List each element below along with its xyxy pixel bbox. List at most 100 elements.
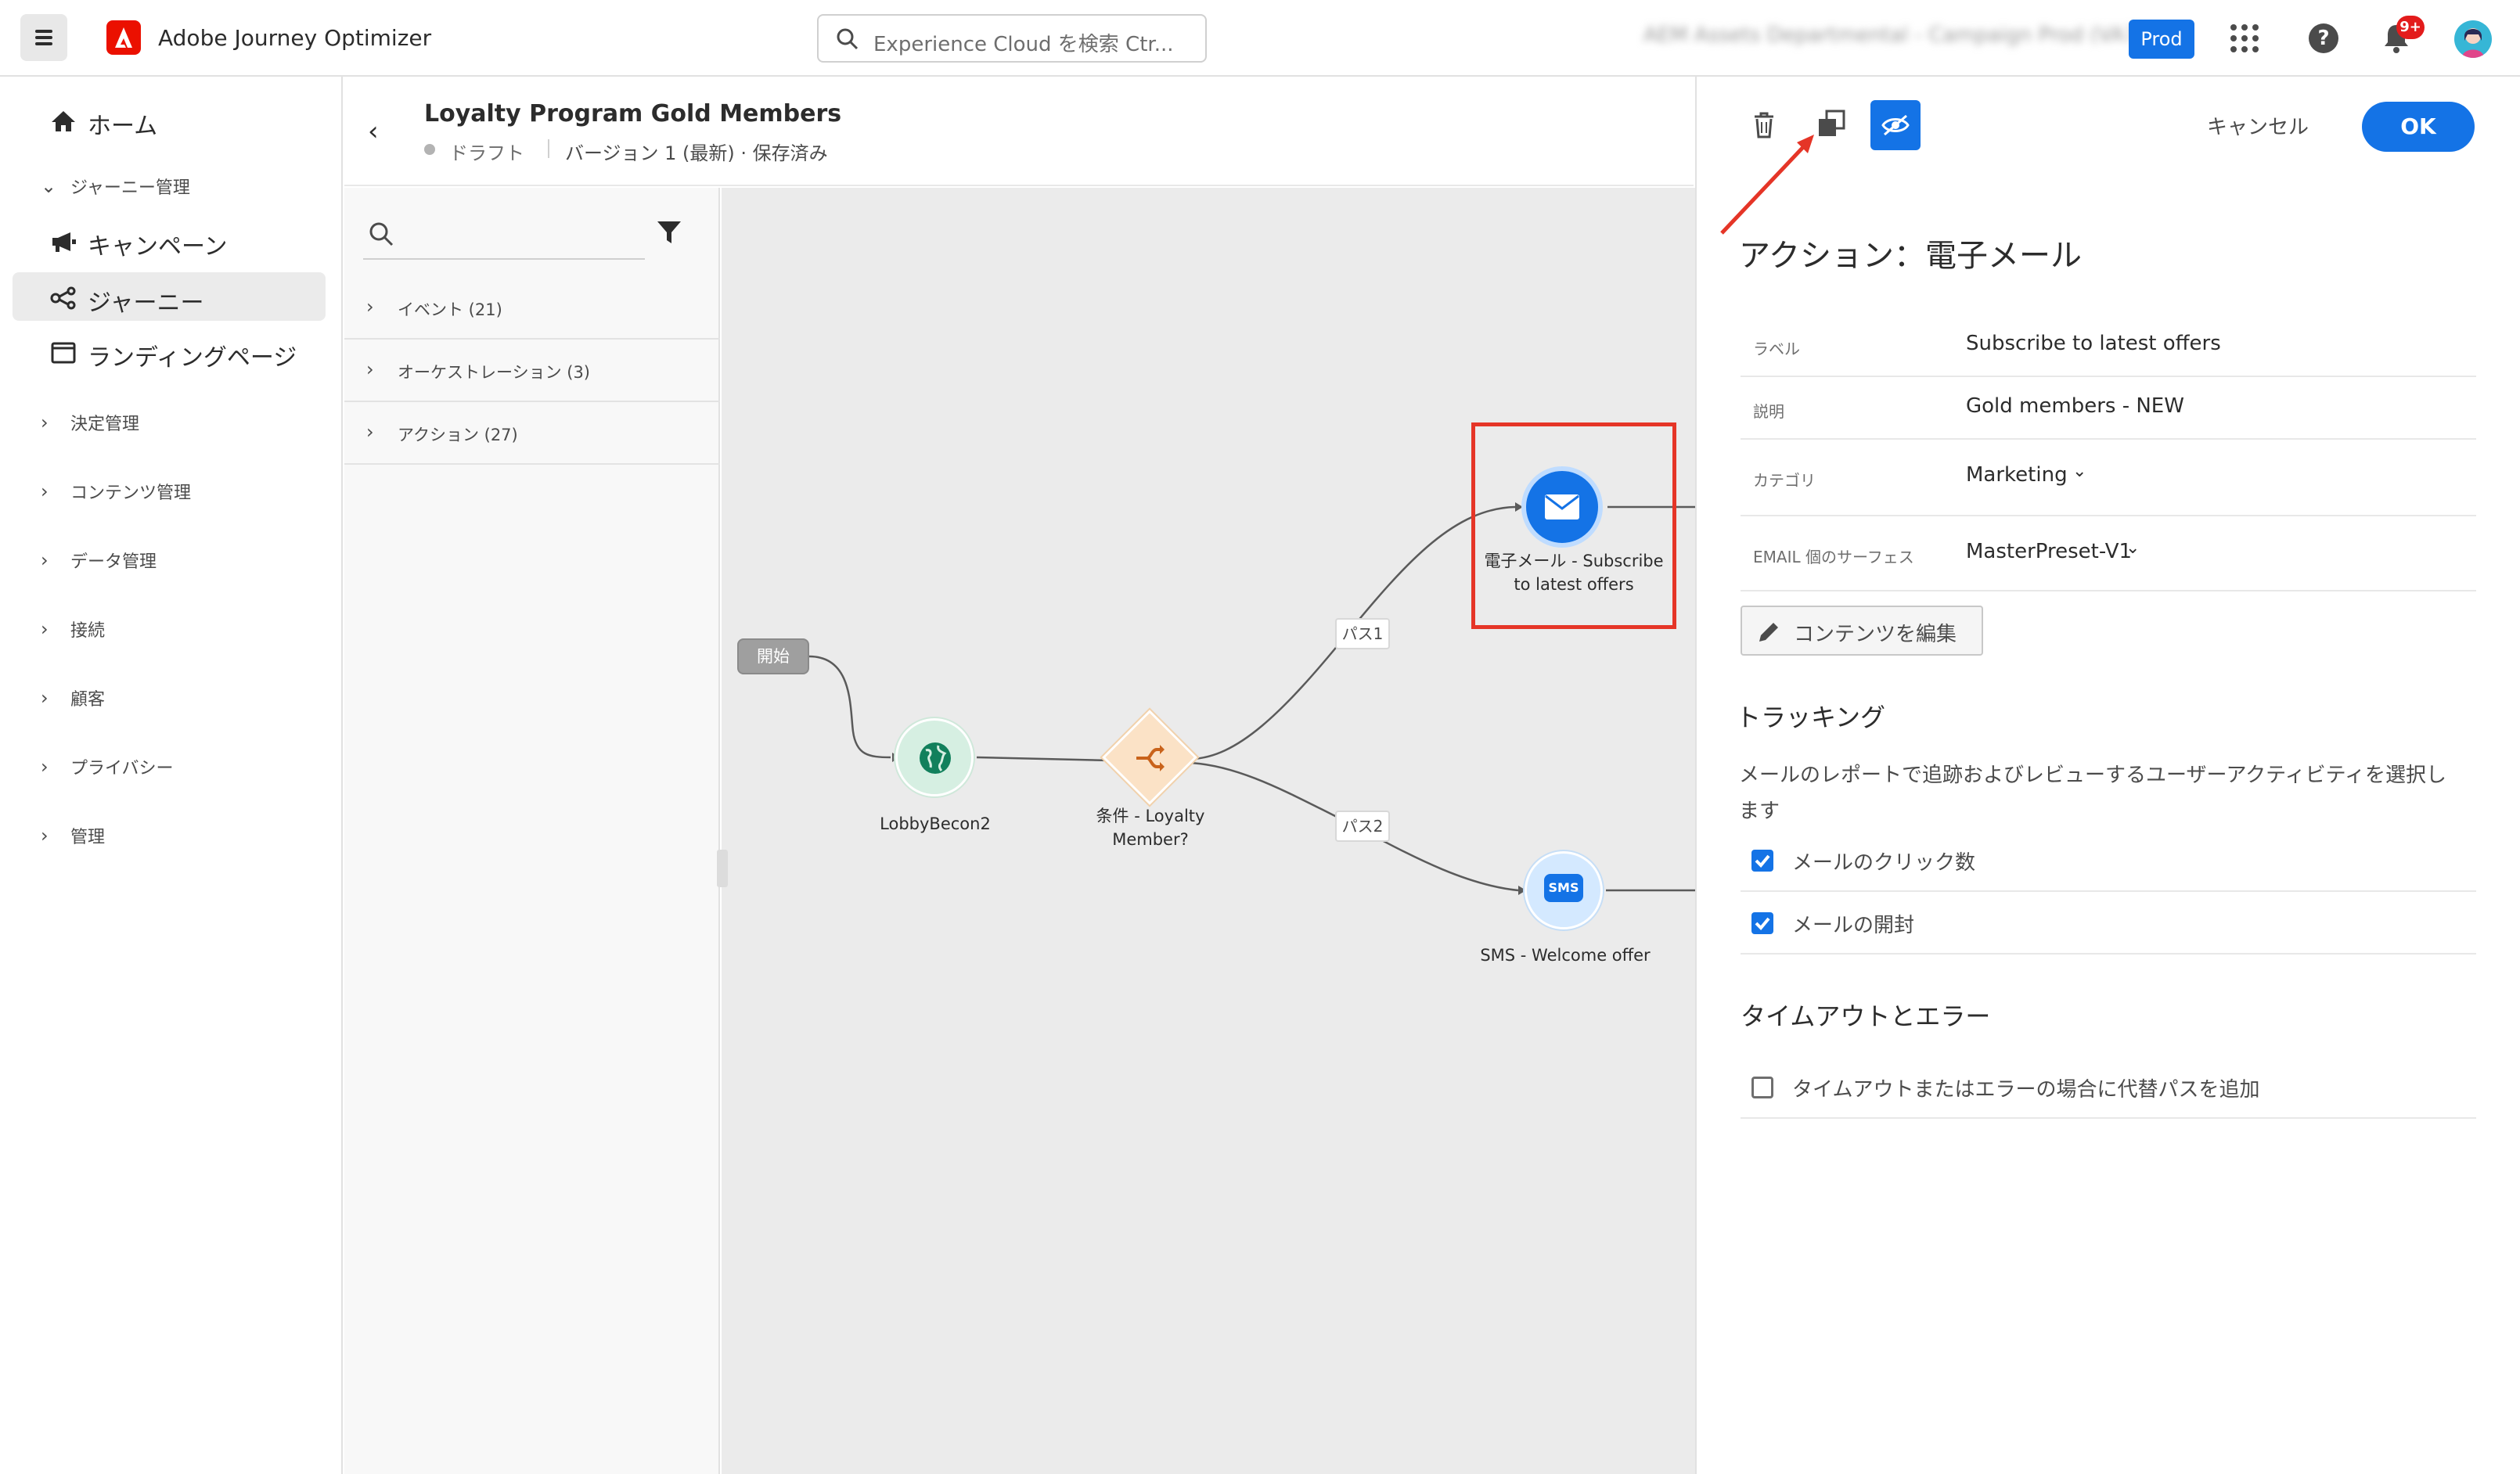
cancel-button[interactable]: キャンセル [2207, 111, 2309, 140]
nav-group-decision-management[interactable]: › 決定管理 [0, 401, 343, 440]
selection-highlight-box [1471, 422, 1676, 629]
help-icon[interactable]: ? [2309, 23, 2338, 53]
event-node-lobbybecon2[interactable] [895, 718, 974, 796]
prop-value[interactable]: Subscribe to latest offers [1966, 332, 2221, 355]
nav-item-label: ジャーニー [88, 289, 204, 317]
prop-key: 説明 [1753, 402, 1784, 421]
apps-grid-icon[interactable] [2230, 24, 2259, 52]
landing-page-icon [51, 342, 76, 364]
journey-title: Loyalty Program Gold Members [424, 100, 842, 128]
prop-value: MasterPreset-V1 [1966, 540, 2133, 563]
checkbox-label: メールの開封 [1792, 914, 1915, 937]
nav-group-data-management[interactable]: › データ管理 [0, 538, 343, 577]
nav-home-label: ホーム [88, 113, 158, 140]
checkbox-label: タイムアウトまたはエラーの場合に代替パスを追加 [1792, 1078, 2260, 1102]
nav-group-content-management[interactable]: › コンテンツ管理 [0, 469, 343, 509]
nav-landing-pages[interactable]: ランディングページ [13, 327, 326, 376]
sms-action-node[interactable]: SMS [1525, 851, 1603, 929]
hamburger-menu-button[interactable] [20, 14, 67, 61]
chevron-right-icon: › [41, 480, 49, 502]
globe-icon [920, 742, 951, 774]
chevron-right-icon: › [41, 618, 49, 640]
top-bar: Adobe Journey Optimizer Experience Cloud… [0, 0, 2520, 77]
palette-row-label: アクション (27) [398, 426, 518, 444]
trash-icon[interactable] [1751, 111, 1777, 139]
split-icon [1136, 745, 1165, 771]
node-label: SMS - Welcome offer [1480, 946, 1651, 965]
nav-group-label: データ管理 [70, 552, 157, 572]
search-placeholder: Experience Cloud を検索 Ctr... [873, 33, 1174, 56]
avatar[interactable] [2454, 20, 2492, 58]
tracking-section-title: トラッキング [1736, 703, 1886, 732]
palette-row-events[interactable]: › イベント (21) [344, 277, 720, 340]
chevron-right-icon: › [366, 421, 374, 443]
nav-group-customers[interactable]: › 顧客 [0, 676, 343, 715]
checkbox-checked-icon[interactable] [1751, 912, 1773, 934]
left-navigation: ホーム ⌄ ジャーニー管理 キャンペーン ジャーニー ランディングページ › 決… [0, 77, 343, 1474]
nav-group-connections[interactable]: › 接続 [0, 607, 343, 646]
chevron-down-icon: ⌄ [2126, 538, 2140, 558]
nav-group-privacy[interactable]: › プライバシー [0, 745, 343, 784]
palette-row-orchestration[interactable]: › オーケストレーション (3) [344, 340, 720, 402]
nav-campaigns[interactable]: キャンペーン [13, 216, 326, 264]
chevron-right-icon: › [366, 358, 374, 380]
path-label-1[interactable]: パス1 [1335, 618, 1390, 649]
divider [548, 139, 549, 158]
chevron-down-icon: ⌄ [2072, 462, 2087, 481]
checkbox-email-clicks[interactable]: メールのクリック数 [1741, 829, 2476, 892]
panel-resize-handle[interactable] [717, 850, 728, 887]
palette-row-label: イベント (21) [398, 300, 502, 319]
checkbox-timeout-alt-path[interactable]: タイムアウトまたはエラーの場合に代替パスを追加 [1741, 1056, 2476, 1119]
filter-icon[interactable] [656, 219, 682, 246]
notification-badge: 9+ [2396, 16, 2425, 39]
checkbox-checked-icon[interactable] [1751, 850, 1773, 872]
path-label-2[interactable]: パス2 [1335, 811, 1390, 842]
chevron-right-icon: › [41, 756, 49, 778]
org-switcher[interactable]: AEM Assets Departmental - Campaign Prod … [1643, 23, 2145, 50]
nav-group-label: ジャーニー管理 [70, 178, 190, 198]
chevron-right-icon: › [366, 296, 374, 318]
nav-item-label: ランディングページ [88, 344, 297, 372]
back-chevron-icon[interactable]: ‹ [368, 116, 379, 147]
prop-row-description: 説明 Gold members - NEW [1741, 377, 2476, 440]
prop-row-label: ラベル Subscribe to latest offers [1741, 313, 2476, 377]
panel-title: アクション：電子メール [1739, 238, 2082, 274]
prop-value[interactable]: Gold members - NEW [1966, 394, 2184, 418]
adobe-logo-icon [106, 20, 141, 55]
nav-group-label: プライバシー [70, 759, 174, 778]
palette-row-actions[interactable]: › アクション (27) [344, 402, 720, 465]
sandbox-badge[interactable]: Prod [2129, 20, 2194, 59]
nav-group-label: コンテンツ管理 [70, 484, 192, 503]
timeout-section-title: タイムアウトとエラー [1741, 1001, 1991, 1031]
nav-group-label: 接続 [70, 621, 106, 641]
megaphone-icon [52, 232, 76, 252]
nav-journeys[interactable]: ジャーニー [13, 272, 326, 321]
nav-group-journey-management[interactable]: ⌄ ジャーニー管理 [0, 164, 343, 203]
duplicate-icon[interactable] [1817, 110, 1845, 138]
nav-home[interactable]: ホーム [13, 95, 326, 144]
checkbox-unchecked-icon[interactable] [1751, 1077, 1773, 1098]
hide-button[interactable] [1870, 100, 1921, 150]
edit-content-button[interactable]: コンテンツを編集 [1741, 606, 1983, 656]
journey-header [344, 77, 1694, 186]
pencil-icon [1759, 623, 1778, 642]
palette-search-input[interactable] [363, 208, 645, 260]
journey-status: ドラフト [449, 142, 524, 164]
nav-group-label: 決定管理 [70, 415, 140, 434]
search-icon [369, 222, 394, 246]
nav-group-administration[interactable]: › 管理 [0, 814, 343, 853]
prop-row-category[interactable]: カテゴリ Marketing ⌄ [1741, 440, 2476, 516]
search-input[interactable]: Experience Cloud を検索 Ctr... [817, 14, 1207, 63]
status-dot-icon [424, 144, 435, 155]
journey-version: バージョン 1 (最新) · 保存済み [565, 142, 828, 164]
app-title: Adobe Journey Optimizer [158, 25, 432, 51]
node-label: LobbyBecon2 [880, 814, 991, 833]
ok-button[interactable]: OK [2362, 102, 2475, 152]
chevron-down-icon: ⌄ [41, 175, 57, 197]
prop-row-email-surface[interactable]: EMAIL 個のサーフェス MasterPreset-V1 ⌄ [1741, 516, 2476, 591]
checkbox-email-opens[interactable]: メールの開封 [1741, 892, 2476, 955]
prop-key: ラベル [1753, 340, 1800, 358]
prop-key: カテゴリ [1753, 471, 1816, 490]
start-node[interactable]: 開始 [737, 638, 809, 674]
prop-value: Marketing [1966, 463, 2068, 487]
